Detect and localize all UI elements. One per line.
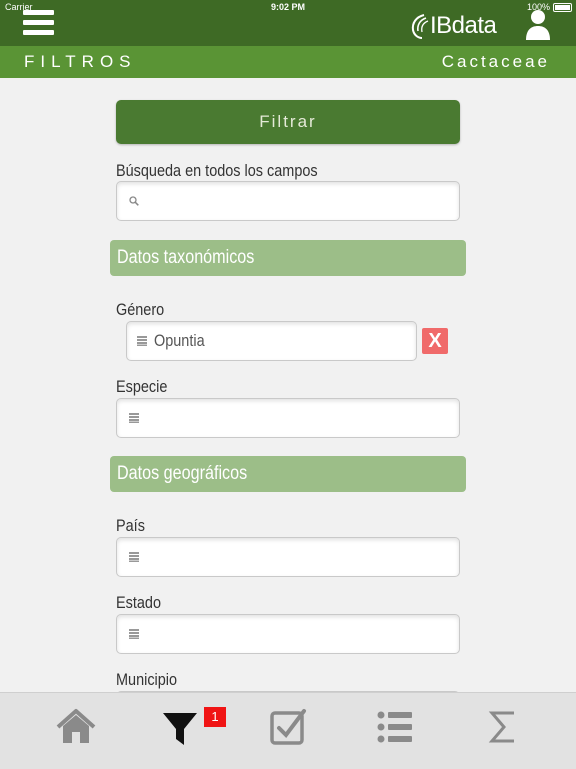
municipio-label: Municipio	[116, 670, 178, 689]
section-geographic-title: Datos geográficos	[117, 463, 248, 484]
filter-count-badge: 1	[204, 707, 226, 727]
app-logo: IBdata	[410, 8, 497, 44]
search-icon	[129, 196, 139, 206]
especie-label: Especie	[116, 377, 168, 396]
app-header: IBdata	[0, 10, 576, 46]
sigma-icon[interactable]	[480, 705, 524, 749]
section-taxonomic-title: Datos taxonómicos	[117, 247, 255, 268]
menu-icon[interactable]	[23, 10, 54, 40]
pais-label: País	[116, 516, 145, 535]
database-icon	[129, 552, 139, 562]
title-bar: FILTROS Cactaceae	[0, 46, 576, 78]
list-icon[interactable]	[374, 705, 418, 749]
estado-label: Estado	[116, 593, 161, 612]
home-icon[interactable]	[54, 705, 98, 749]
pais-field[interactable]	[116, 537, 460, 577]
search-label: Búsqueda en todos los campos	[116, 161, 318, 180]
clear-genero-button[interactable]: X	[422, 328, 448, 354]
database-icon	[137, 336, 147, 346]
page-title: FILTROS	[24, 52, 137, 71]
section-geographic-header: Datos geográficos	[110, 456, 466, 492]
genero-value: Opuntia	[154, 331, 205, 350]
leaf-logo-icon	[411, 14, 429, 39]
tab-bar: 1	[0, 692, 576, 769]
checkbox-icon[interactable]	[266, 705, 310, 749]
logo-text: IBdata	[430, 12, 497, 39]
user-icon[interactable]	[524, 8, 552, 42]
filter-button[interactable]: Filtrar	[116, 100, 460, 144]
search-input[interactable]	[116, 181, 460, 221]
genero-label: Género	[116, 300, 165, 319]
genero-field[interactable]: Opuntia	[126, 321, 417, 361]
section-taxonomic-header: Datos taxonómicos	[110, 240, 466, 276]
battery-icon	[553, 3, 572, 12]
filter-icon[interactable]	[158, 705, 202, 749]
taxon-label: Cactaceae	[441, 52, 550, 71]
database-icon	[129, 413, 139, 423]
especie-field[interactable]	[116, 398, 460, 438]
database-icon	[129, 629, 139, 639]
estado-field[interactable]	[116, 614, 460, 654]
